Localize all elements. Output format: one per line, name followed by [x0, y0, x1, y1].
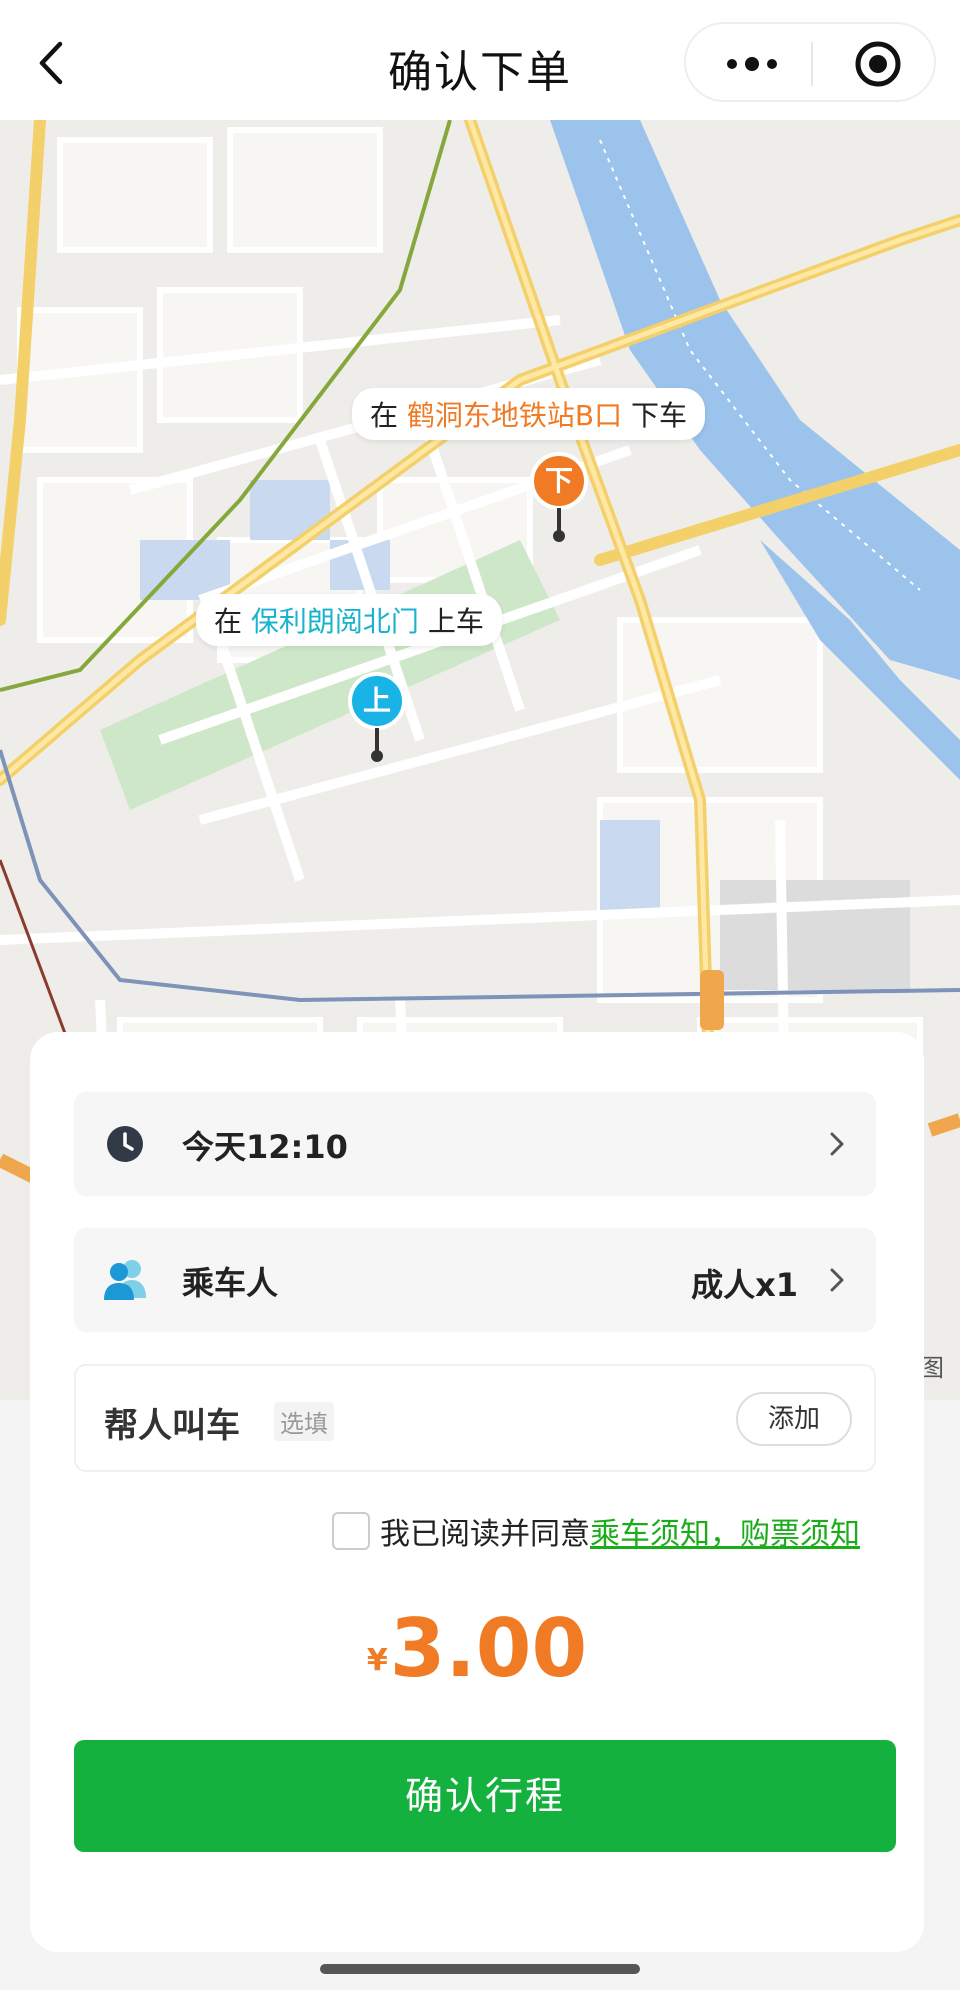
call-for-others-label: 帮人叫车: [104, 1406, 240, 1446]
dropoff-label: 在 鹤洞东地铁站B口 下车: [352, 388, 706, 440]
clock-icon: [107, 1126, 143, 1162]
agreement-checkbox[interactable]: [332, 1512, 370, 1550]
pickup-place: 保利朗阅北门: [250, 605, 419, 638]
close-button[interactable]: [854, 40, 902, 88]
confirm-trip-button[interactable]: 确认行程: [74, 1740, 896, 1852]
more-button[interactable]: [712, 44, 792, 84]
target-circle-icon: [855, 41, 901, 87]
people-icon: [104, 1260, 146, 1300]
pin-dot: [371, 750, 383, 762]
departure-time-label: 今天12:10: [182, 1128, 348, 1166]
page: 确认下单 在 鹤洞东地铁站B口 下车 下 在 保利朗阅北门 上车 上 图 今天1…: [0, 0, 960, 1990]
pickup-prefix: 在: [214, 605, 251, 638]
chevron-right-icon: [830, 1132, 844, 1156]
agreement-row: 我已阅读并同意 乘车须知，购票须知: [332, 1510, 860, 1552]
pin-dot: [553, 530, 565, 542]
agreement-link[interactable]: 乘车须知，购票须知: [590, 1509, 860, 1553]
home-indicator: [320, 1964, 640, 1974]
dropoff-place: 鹤洞东地铁站B口: [406, 399, 623, 432]
dropoff-pin-icon: 下: [530, 452, 588, 510]
mini-program-capsule: [684, 22, 936, 102]
passenger-count: 成人x1: [691, 1266, 798, 1304]
pickup-suffix: 上车: [418, 605, 484, 638]
price-display: ¥3.00: [30, 1602, 924, 1695]
order-card: 今天12:10 乘车人 成人x1 帮人叫车 选填 添加 我已阅读并同意 乘车须知…: [30, 1032, 924, 1952]
more-dots-icon: [727, 59, 737, 69]
pickup-pin-icon: 上: [348, 672, 406, 730]
departure-time-row[interactable]: 今天12:10: [74, 1092, 876, 1196]
passenger-row[interactable]: 乘车人 成人x1: [74, 1228, 876, 1332]
dropoff-suffix: 下车: [622, 399, 688, 432]
dropoff-prefix: 在: [370, 399, 407, 432]
capsule-divider: [811, 42, 813, 86]
pickup-label: 在 保利朗阅北门 上车: [196, 594, 502, 646]
pickup-pin[interactable]: 上: [348, 672, 410, 764]
optional-tag: 选填: [274, 1402, 334, 1441]
dropoff-pin[interactable]: 下: [530, 452, 592, 544]
price-currency: ¥: [366, 1643, 388, 1678]
nav-bar: 确认下单: [0, 0, 960, 120]
chevron-right-icon: [830, 1268, 844, 1292]
passenger-label: 乘车人: [182, 1264, 279, 1302]
call-for-others-row: 帮人叫车 选填 添加: [74, 1364, 876, 1472]
agreement-text: 我已阅读并同意: [380, 1517, 590, 1552]
price-amount: 3.00: [389, 1602, 588, 1695]
add-button[interactable]: 添加: [736, 1392, 852, 1446]
